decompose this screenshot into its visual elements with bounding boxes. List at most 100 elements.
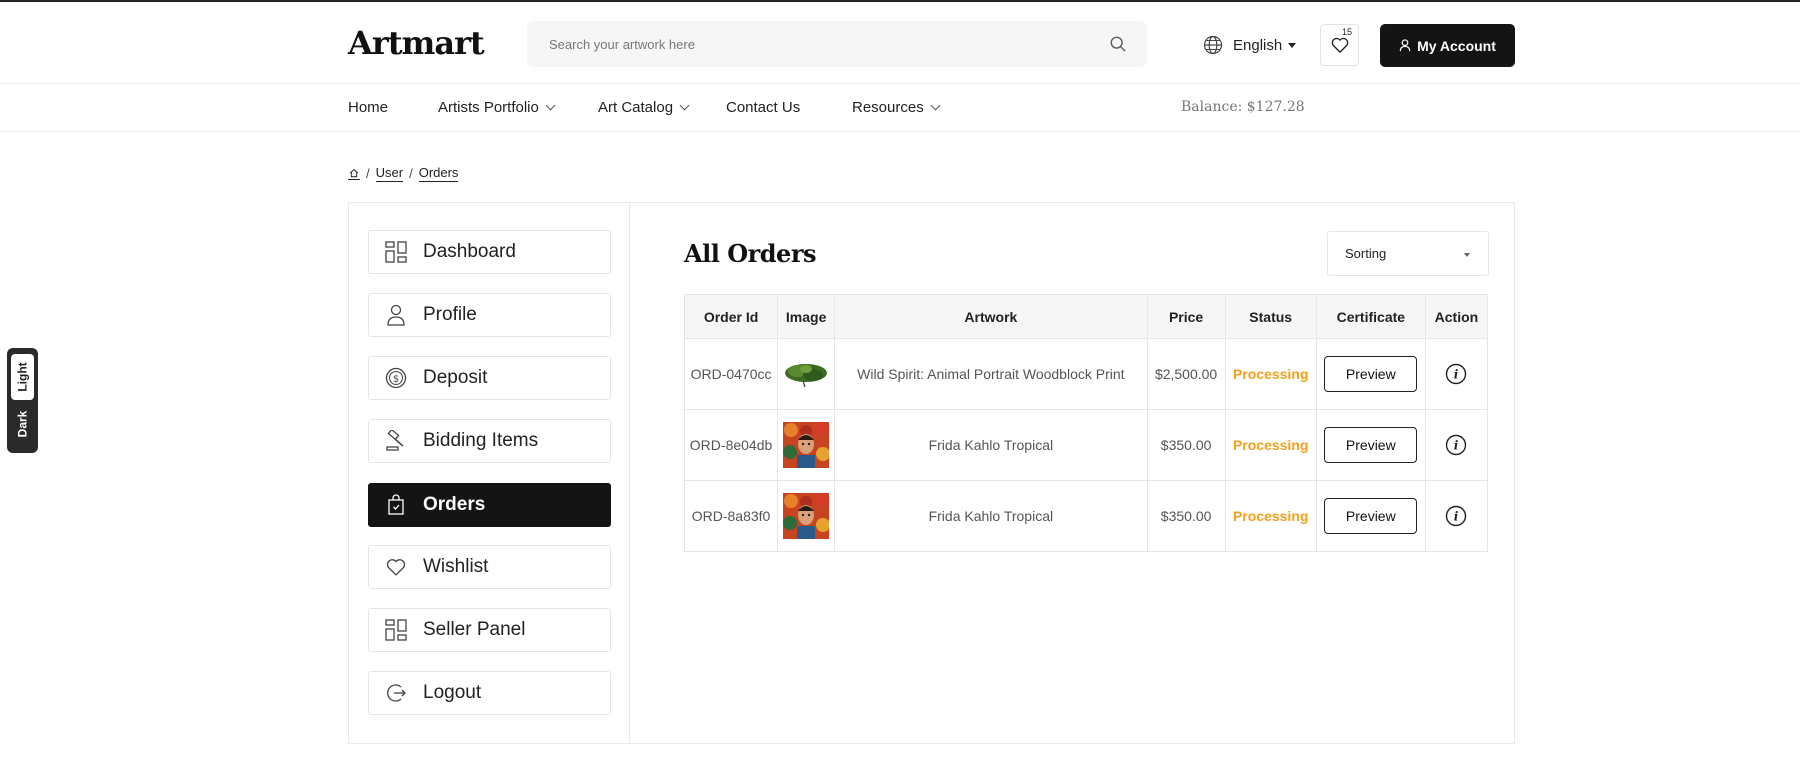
svg-text:i: i [1454, 439, 1459, 453]
action-cell: i [1424, 338, 1489, 410]
sidebar-item-logout[interactable]: Logout [368, 671, 611, 715]
language-label: English [1233, 36, 1283, 54]
table-row: ORD-8a83f0 Frida Kahlo Tropical $350.00 … [683, 480, 1489, 552]
user-icon [385, 304, 407, 326]
search-input[interactable] [549, 21, 1089, 67]
heart-icon [385, 556, 407, 578]
nav-home[interactable]: Home [348, 99, 388, 116]
sorting-select[interactable]: Sorting [1327, 231, 1489, 276]
shopping-bag-icon [385, 494, 407, 516]
sidebar-item-dashboard[interactable]: Dashboard [368, 230, 611, 274]
status-badge: Processing [1224, 338, 1317, 410]
sidebar-item-label: Orders [423, 494, 486, 515]
theme-light-option[interactable]: Light [11, 354, 34, 400]
sidebar-item-label: Seller Panel [423, 619, 526, 640]
svg-text:i: i [1454, 510, 1459, 524]
dollar-coin-icon: $ [385, 367, 407, 389]
chevron-down-icon [679, 100, 690, 111]
order-price: $350.00 [1146, 480, 1226, 552]
info-icon[interactable]: i [1445, 434, 1467, 456]
theme-toggle: Light Dark [7, 348, 38, 453]
sorting-label: Sorting [1345, 246, 1387, 261]
status-badge: Processing [1224, 480, 1317, 552]
column-header: Certificate [1315, 294, 1426, 339]
search-bar [527, 21, 1147, 67]
grid-icon [385, 619, 407, 641]
info-icon[interactable]: i [1445, 363, 1467, 385]
column-header: Action [1424, 294, 1489, 339]
artwork-thumbnail [783, 493, 830, 539]
breadcrumb-separator: / [366, 166, 370, 181]
language-selector[interactable]: English [1203, 34, 1297, 56]
info-icon[interactable]: i [1445, 505, 1467, 527]
orders-content: All Orders Sorting Order Id Image Artwor… [630, 203, 1514, 743]
nav-contact-us-label: Contact Us [726, 99, 801, 116]
balance-display: Balance: $127.28 [1181, 99, 1305, 115]
column-header: Price [1146, 294, 1226, 339]
site-logo[interactable]: Artmart [348, 24, 485, 62]
user-icon [1399, 39, 1411, 52]
sidebar-item-seller-panel[interactable]: Seller Panel [368, 608, 611, 652]
sidebar-item-orders[interactable]: Orders [368, 483, 611, 527]
breadcrumb-separator: / [409, 166, 413, 181]
table-row: ORD-8e04db Frida Kahlo Tropical $350.00 … [683, 409, 1489, 481]
preview-certificate-button[interactable]: Preview [1324, 427, 1418, 463]
sidebar-item-bidding-items[interactable]: Bidding Items [368, 419, 611, 463]
nav-art-catalog[interactable]: Art Catalog [598, 99, 690, 116]
order-price: $2,500.00 [1146, 338, 1226, 410]
order-image-cell [777, 480, 836, 552]
gavel-icon [385, 430, 407, 452]
logout-icon [385, 682, 407, 704]
preview-certificate-button[interactable]: Preview [1324, 356, 1418, 392]
site-header: Artmart English 15 My Account [0, 4, 1800, 84]
nav-contact-us[interactable]: Contact Us [726, 99, 800, 116]
nav-artists-portfolio-label: Artists Portfolio [438, 99, 539, 116]
breadcrumb: / User / Orders [348, 165, 459, 182]
wishlist-button[interactable]: 15 [1320, 24, 1359, 66]
chevron-down-icon [930, 100, 941, 111]
nav-art-catalog-label: Art Catalog [598, 99, 674, 116]
artwork-thumbnail [783, 422, 830, 468]
caret-down-icon [1288, 42, 1297, 48]
sidebar-item-label: Dashboard [423, 241, 516, 262]
nav-artists-portfolio[interactable]: Artists Portfolio [438, 99, 556, 116]
order-image-cell [777, 409, 836, 481]
sidebar-item-wishlist[interactable]: Wishlist [368, 545, 611, 589]
sidebar-item-label: Deposit [423, 367, 488, 388]
globe-icon [1203, 35, 1223, 55]
certificate-cell: Preview [1315, 409, 1426, 481]
order-id: ORD-8a83f0 [683, 480, 779, 552]
status-badge: Processing [1224, 409, 1317, 481]
main-nav: Home Artists Portfolio Art Catalog Conta… [0, 84, 1800, 132]
search-icon[interactable] [1109, 35, 1127, 53]
orders-table: Order Id Image Artwork Price Status Cert… [683, 294, 1489, 552]
account-panel: Dashboard Profile $ Deposit Bidding Item… [348, 202, 1515, 744]
svg-text:$: $ [393, 374, 399, 385]
certificate-cell: Preview [1315, 338, 1426, 410]
page-title: All Orders [684, 239, 816, 268]
theme-dark-option[interactable]: Dark [11, 401, 34, 447]
grid-icon [385, 241, 407, 263]
preview-certificate-button[interactable]: Preview [1324, 498, 1418, 534]
svg-text:i: i [1454, 368, 1459, 382]
column-header: Artwork [834, 294, 1148, 339]
sidebar-item-profile[interactable]: Profile [368, 293, 611, 337]
home-icon[interactable] [348, 168, 360, 180]
breadcrumb-orders[interactable]: Orders [418, 165, 459, 182]
artwork-title[interactable]: Wild Spirit: Animal Portrait Woodblock P… [834, 338, 1148, 410]
sidebar-item-deposit[interactable]: $ Deposit [368, 356, 611, 400]
artwork-thumbnail [783, 351, 830, 397]
artwork-title[interactable]: Frida Kahlo Tropical [834, 480, 1148, 552]
order-image-cell [777, 338, 836, 410]
breadcrumb-user[interactable]: User [375, 165, 404, 182]
theme-dark-label: Dark [15, 410, 30, 438]
column-header: Order Id [683, 294, 779, 339]
nav-resources[interactable]: Resources [852, 99, 941, 116]
sidebar-item-label: Wishlist [423, 556, 489, 577]
caret-down-icon [1464, 253, 1470, 257]
heart-icon [1331, 37, 1348, 53]
order-id: ORD-0470cc [683, 338, 779, 410]
my-account-button[interactable]: My Account [1380, 24, 1515, 67]
column-header: Status [1224, 294, 1317, 339]
artwork-title[interactable]: Frida Kahlo Tropical [834, 409, 1148, 481]
